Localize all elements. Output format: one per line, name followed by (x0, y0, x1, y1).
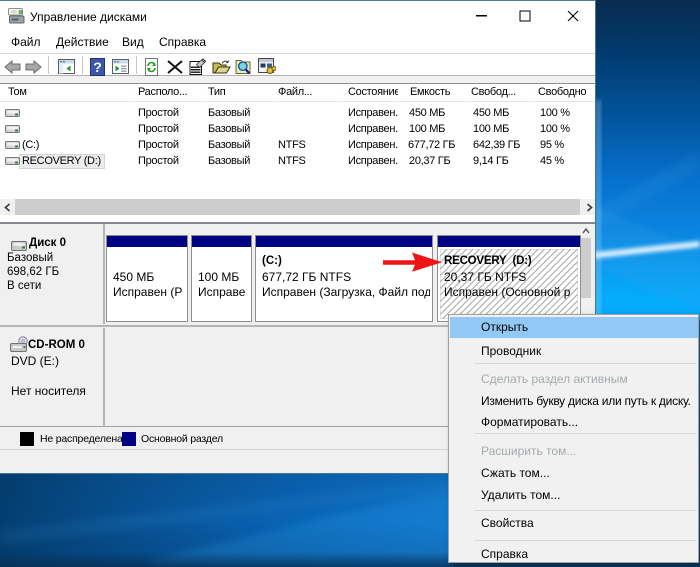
svg-text:?: ? (93, 59, 102, 75)
